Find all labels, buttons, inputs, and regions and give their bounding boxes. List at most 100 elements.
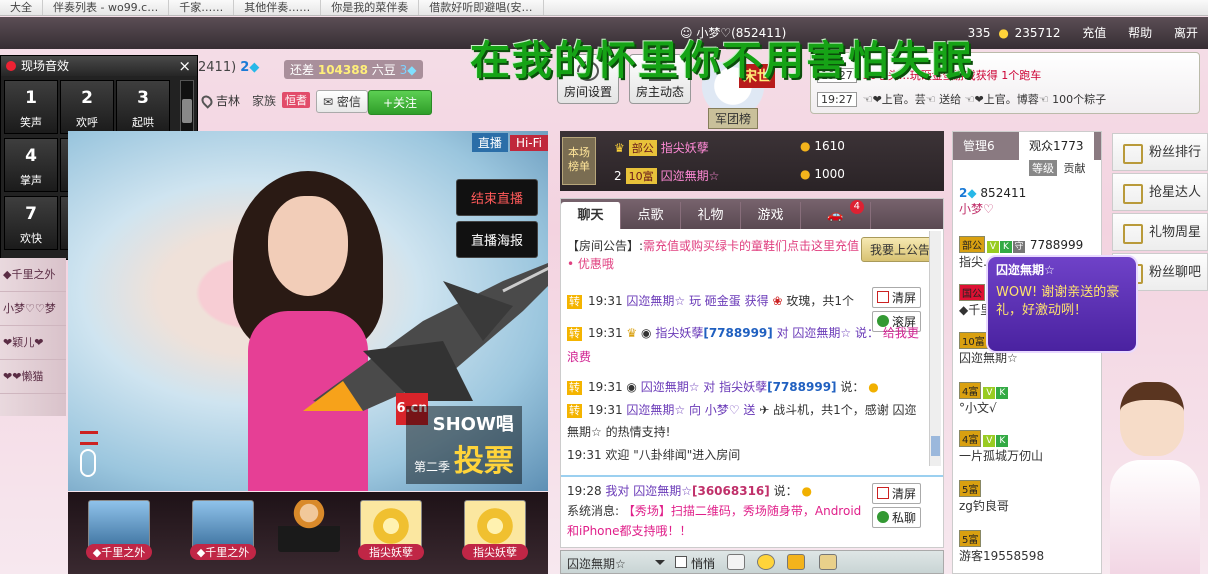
tab-audience[interactable]: 观众1773 (1019, 132, 1094, 160)
chat-message: 转 19:31 ♛ ◉ 指尖妖孽[7788999] 对 囚迩無期☆ 说： 给我更浪… (567, 326, 919, 364)
chat-scrollbar[interactable] (929, 231, 941, 466)
post-announcement-button[interactable]: 我要上公告 (860, 237, 939, 262)
close-icon[interactable]: × (178, 56, 191, 76)
corps-rank-button[interactable]: 军团榜 (708, 108, 759, 129)
audience-tabs: 管理6 观众1773 (953, 132, 1101, 160)
guard-emote-icon[interactable] (819, 554, 837, 570)
scrollbar-thumb[interactable] (182, 99, 192, 123)
sort-level[interactable]: 等级 (1029, 160, 1057, 176)
sound-key[interactable]: 7 欢快 (4, 196, 58, 250)
sound-key[interactable]: 4 掌声 (4, 138, 58, 192)
emoji-icon[interactable] (757, 554, 775, 570)
microphone-icon[interactable] (80, 449, 96, 477)
nav-star-catcher[interactable]: 抢星达人 (1112, 173, 1208, 211)
tab-cars[interactable]: 🚗 4 (801, 200, 871, 229)
nav-gift-week-star[interactable]: 礼物周星 (1112, 213, 1208, 251)
fans-badge[interactable]: 恒耆 (282, 92, 310, 108)
sound-key[interactable]: 1 笑声 (4, 80, 58, 134)
cartoon-mascot (1100, 378, 1208, 574)
coins-value: 235712 (1014, 26, 1061, 40)
sort-contrib[interactable]: 贡献 (1061, 160, 1089, 176)
chat-message: 19:31 欢迎 "八卦绯闻"进入房间 (567, 448, 741, 462)
rank-value: ● 1610 (800, 139, 845, 153)
gift-item[interactable]: ◆千里之外 (190, 500, 256, 566)
tab-songs[interactable]: 点歌 (621, 202, 681, 229)
help-link[interactable]: 帮助 (1128, 26, 1152, 40)
list-item[interactable]: ◆千里之外 (0, 258, 66, 292)
system-message: 系统消息: 【秀场】扫描二维码，秀场随身带，Android和iPhone都支持哦… (567, 504, 862, 538)
gift-item[interactable]: ◆千里之外 (86, 500, 152, 566)
diamond-icon: ◆ (407, 63, 417, 77)
left-user-list: ◆千里之外 小梦♡♡梦 ❤颖儿❤ ❤❤懒猫 (0, 258, 66, 416)
ticker-row: 19:27 ☜❤上官。芸☜ 送给 ☜❤上官。博蓉☜ 100个粽子 (817, 91, 1147, 107)
list-item[interactable]: ❤❤懒猫 (0, 360, 66, 394)
mail-icon: ✉ (323, 95, 334, 109)
chat-tabs: 聊天 点歌 礼物 游戏 🚗 4 (561, 199, 943, 229)
tab-chat[interactable]: 聊天 (561, 202, 621, 229)
vote-panel[interactable]: SHOW唱 第二季 投票 (406, 406, 522, 484)
recharge-link[interactable]: 充值 (1082, 26, 1106, 40)
guard-icon: ◉ (641, 326, 652, 340)
browser-tab[interactable]: 千家…… (169, 0, 235, 15)
tab-admins[interactable]: 管理6 (953, 132, 1005, 160)
audience-item[interactable]: 4富 V K 一片孤城万仞山 (959, 430, 1099, 464)
scrollbar-thumb[interactable] (931, 436, 940, 456)
tab-hifi[interactable]: Hi-Fi (509, 135, 548, 151)
rank-row[interactable]: ♛ 部公 指尖妖孽 (614, 139, 709, 156)
vip-icon[interactable] (787, 554, 805, 570)
list-item[interactable]: ❤颖儿❤ (0, 326, 66, 360)
end-live-button[interactable]: 结束直播 (456, 179, 539, 216)
volume-bars-icon[interactable] (80, 431, 98, 445)
chat-message: 转 19:31 囚迩無期☆ 玩 砸金蛋 获得 ❀ 玫瑰，共1个 (567, 294, 854, 309)
browser-tab[interactable]: 大全 (0, 0, 43, 15)
private-clear-button[interactable]: 清屏 (871, 483, 921, 504)
sound-key[interactable]: 3 起哄 (116, 80, 170, 134)
video-stream[interactable]: 直播 Hi-Fi 结束直播 直播海报 6.cn SHOW唱 第二季 投票 (68, 131, 548, 491)
smiley-icon: ● (868, 380, 879, 394)
private-chat: 19:28 我对 囚迩無期☆[36068316] 说： ● 系统消息: 【秀场】… (561, 475, 943, 547)
gift-item[interactable]: 指尖妖孽 (462, 500, 528, 566)
image-icon[interactable] (727, 554, 745, 570)
tab-live[interactable]: 直播 (471, 133, 508, 152)
sound-key[interactable]: 2 欢呼 (60, 80, 114, 134)
session-rank-board: 本场榜单 ♛ 部公 指尖妖孽 ● 1610 2 10富 囚迩無期☆ ● 1000 (560, 131, 944, 191)
leave-link[interactable]: 离开 (1174, 26, 1198, 40)
list-item[interactable]: 小梦♡♡梦 (0, 292, 66, 326)
top-links: 335 ● 235712 充值 帮助 离开 (950, 24, 1198, 41)
audience-item[interactable]: 2◆ 852411 小梦♡ (959, 186, 1099, 217)
rose-icon: ❀ (772, 294, 783, 308)
browser-tab[interactable]: 你是我的菜伴奏 (321, 0, 420, 15)
location-pin-icon (199, 93, 215, 109)
trophy-icon: ♛ (614, 141, 625, 155)
guard-icon: ◉ (626, 380, 637, 394)
nav-fans-rank[interactable]: 粉丝排行 (1112, 133, 1208, 171)
audience-sort: 等级 贡献 (1029, 160, 1089, 176)
follow-button[interactable]: +关注 (368, 90, 433, 115)
video-tabs: 直播 Hi-Fi (470, 133, 548, 152)
banner-text: 在我的怀里你不用害怕失眠 (470, 37, 974, 84)
chat-target-select[interactable]: 囚迩無期☆ (567, 555, 626, 572)
announce-link[interactable]: 需充值或购买绿卡的童鞋们点击这里充值 (643, 239, 859, 253)
pm-button[interactable]: ✉ 密信 (316, 90, 368, 113)
rank-label: 本场榜单 (562, 137, 596, 185)
browser-tab[interactable]: 伴奏列表 - wo99.c… (43, 0, 170, 15)
chat-panel: 聊天 点歌 礼物 游戏 🚗 4 【房间公告】:需充值或购买绿卡的童鞋们点击这里充值… (560, 198, 944, 548)
chat-input-bar: 囚迩無期☆ 悄悄 (560, 550, 944, 574)
audience-item[interactable]: 5富 zg钓良哥 (959, 480, 1099, 514)
sound-panel-header[interactable]: 现场音效 × (1, 56, 197, 76)
rank-row[interactable]: 2 10富 囚迩無期☆ (614, 167, 719, 184)
diamond-icon: ◆ (967, 186, 977, 200)
audience-item[interactable]: 4富 V K °小文√ (959, 382, 1099, 416)
coin-icon: ● (800, 167, 811, 181)
tab-games[interactable]: 游戏 (741, 202, 801, 229)
private-chat-button[interactable]: 私聊 (871, 507, 921, 528)
gift-item[interactable]: 指尖妖孽 (358, 500, 424, 566)
browser-tab[interactable]: 借款好听即避唱(安… (419, 0, 544, 15)
browser-tab[interactable]: 其他伴奏…… (234, 0, 322, 15)
audience-item[interactable]: 5富 游客19558598 (959, 530, 1099, 564)
gift-item[interactable] (276, 500, 342, 566)
chevron-down-icon[interactable] (655, 560, 665, 570)
tab-gifts[interactable]: 礼物 (681, 202, 741, 229)
level-gap: 还差 104388 六豆 3◆ (284, 60, 423, 79)
quiet-checkbox[interactable] (675, 556, 687, 568)
